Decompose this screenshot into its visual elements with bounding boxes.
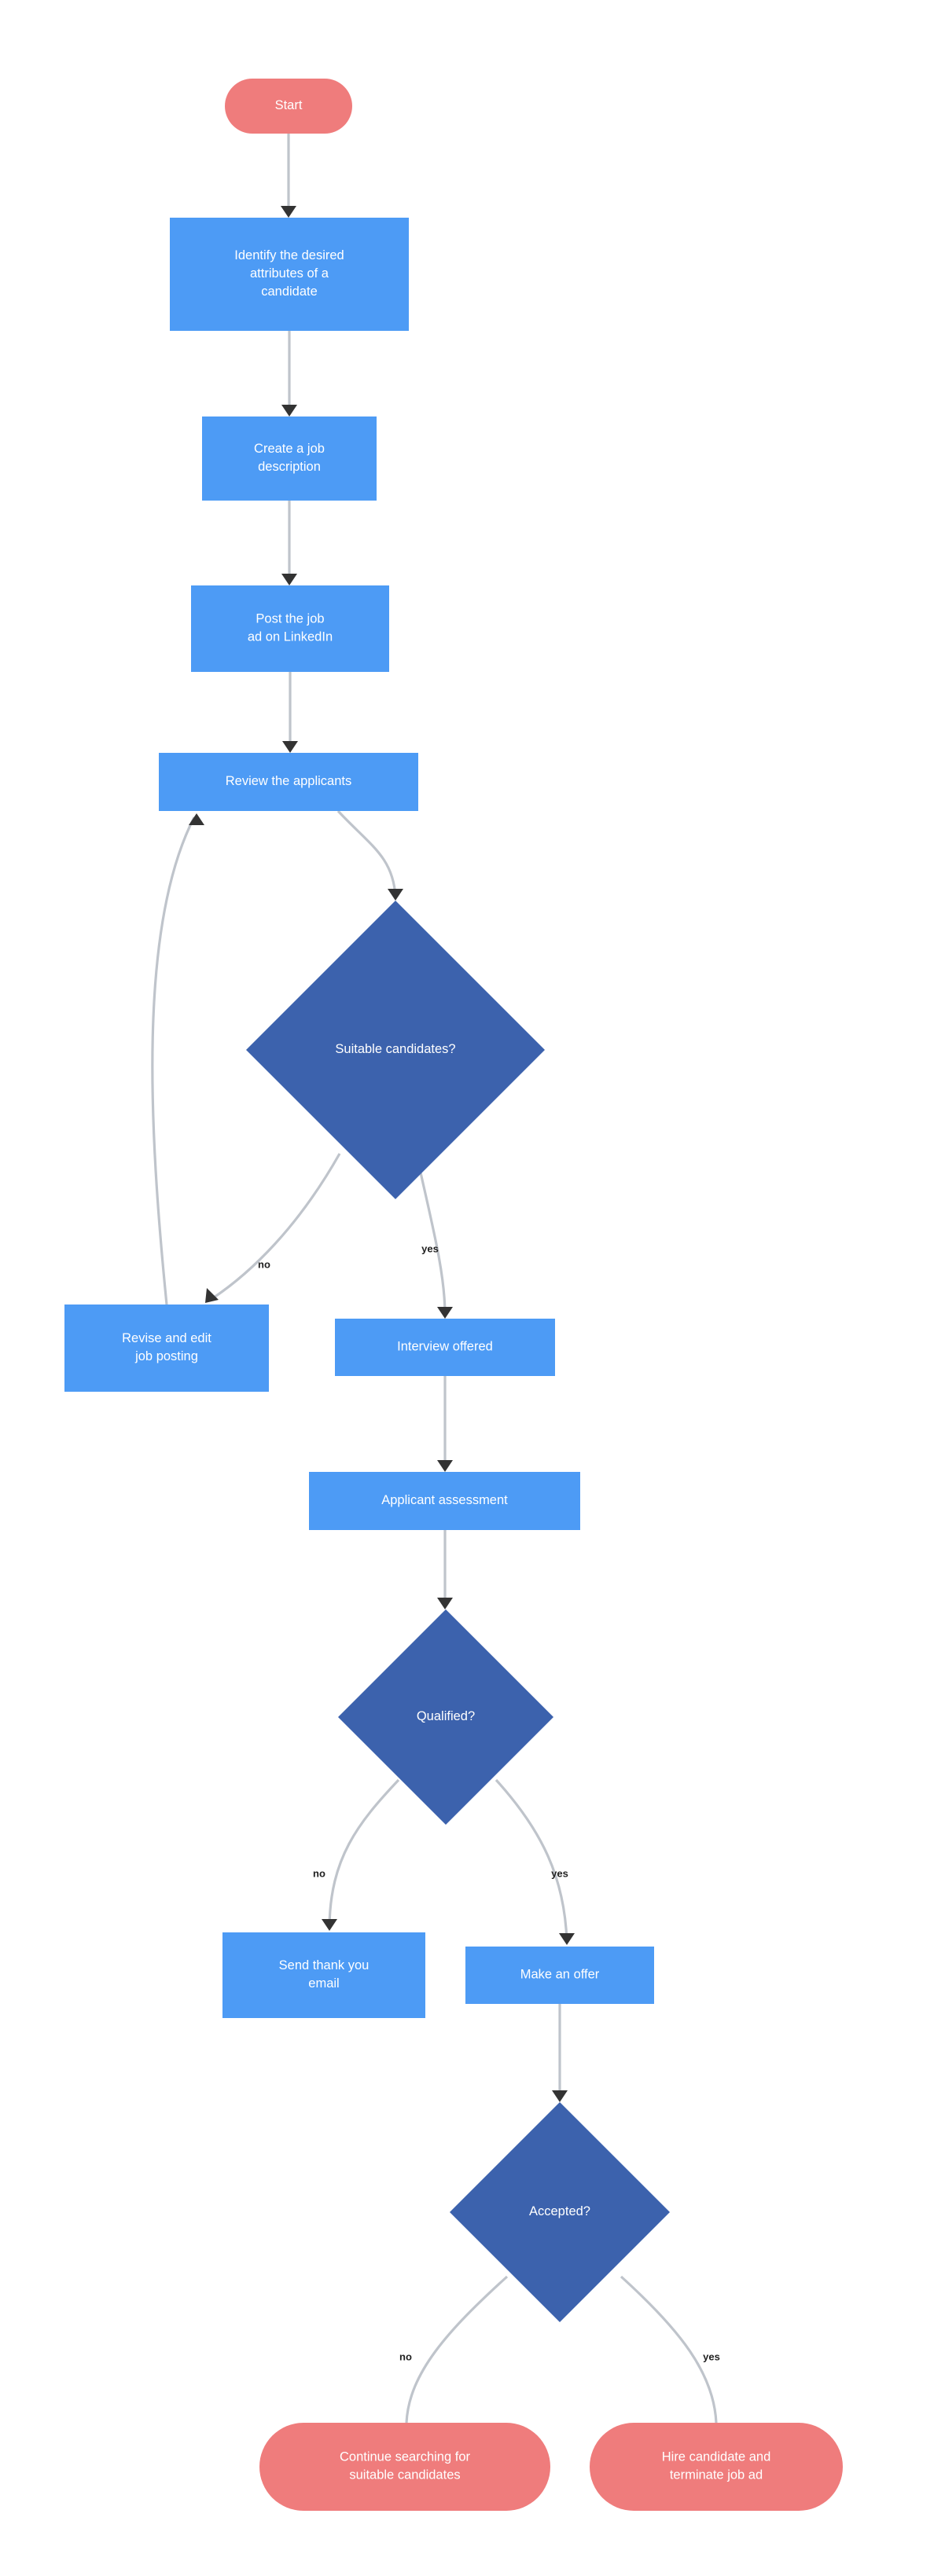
node-qualified[interactable]: Qualified? [338, 1609, 553, 1825]
edge-qualified-to-thankyou [322, 1778, 400, 1931]
process-rect[interactable] [64, 1305, 269, 1392]
nodes-layer: Start Identify the desired attributes of a… [64, 79, 843, 2511]
node-label-line: Make an offer [520, 1968, 600, 1982]
process-rect[interactable] [222, 1932, 425, 2018]
node-accepted[interactable]: Accepted? [450, 2102, 670, 2322]
node-label-line: Interview offered [397, 1340, 493, 1354]
node-label-line: suitable candidates [349, 2468, 460, 2482]
edge-label-no: no [258, 1258, 270, 1270]
edge-line [620, 2275, 718, 2424]
process-rect[interactable] [202, 416, 377, 501]
node-create_desc[interactable]: Create a job description [202, 416, 377, 501]
node-label-line: Suitable candidates? [335, 1042, 455, 1056]
edge-accepted-to-hire [620, 2275, 718, 2424]
node-label-line: ad on LinkedIn [248, 630, 333, 644]
node-label-line: email [308, 1976, 339, 1991]
edge-suitable-to-revise [205, 1153, 341, 1303]
arrowhead-icon [559, 1933, 575, 1945]
node-label-accepted: Accepted? [529, 2204, 590, 2218]
node-review[interactable]: Review the applicants [159, 753, 418, 811]
edge-line [151, 816, 196, 1305]
flowchart-svg: Start Identify the desired attributes of a… [64, 79, 843, 2511]
arrowhead-icon [552, 2090, 568, 2102]
node-label-line: Hire candidate and [662, 2450, 771, 2464]
node-label-line: Accepted? [529, 2204, 590, 2218]
node-label-line: Create a job [254, 442, 325, 456]
node-continue_search[interactable]: Continue searching for suitable candidate… [259, 2423, 550, 2511]
node-assessment[interactable]: Applicant assessment [309, 1472, 580, 1530]
node-label-line: attributes of a [250, 266, 329, 281]
edge-offer-to-accepted [552, 2004, 568, 2102]
node-label-line: Qualified? [417, 1709, 475, 1723]
node-interview[interactable]: Interview offered [335, 1319, 555, 1376]
node-label-line: Review the applicants [226, 774, 352, 788]
edge-line [405, 2275, 509, 2424]
arrowhead-icon [281, 405, 297, 416]
edge-label-yes: yes [551, 1867, 568, 1879]
arrowhead-icon [388, 889, 403, 901]
edge-start-to-identify [281, 134, 296, 218]
arrowhead-icon [322, 1919, 337, 1931]
node-label-qualified: Qualified? [417, 1709, 475, 1723]
node-label-start: Start [275, 98, 303, 112]
node-offer[interactable]: Make an offer [465, 1947, 654, 2004]
edge-create_desc-to-post_ad [281, 501, 297, 585]
process-rect[interactable] [191, 585, 389, 672]
node-label-interview: Interview offered [397, 1340, 493, 1354]
node-post_ad[interactable]: Post the job ad on LinkedIn [191, 585, 389, 672]
edge-label-yes: yes [421, 1242, 439, 1254]
arrowhead-icon [282, 741, 298, 753]
arrowhead-icon [281, 206, 296, 218]
arrowhead-icon [281, 574, 297, 585]
edge-identify-to-create_desc [281, 331, 297, 416]
edge-qualified-to-offer [495, 1778, 575, 1945]
edge-post_ad-to-review [282, 672, 298, 753]
edge-line [495, 1778, 568, 1942]
node-label-offer: Make an offer [520, 1968, 600, 1982]
edge-line [415, 1154, 447, 1316]
node-start[interactable]: Start [225, 79, 352, 134]
flowchart-canvas: Start Identify the desired attributes of a… [0, 0, 945, 2576]
arrowhead-icon [437, 1307, 453, 1319]
node-label-line: candidate [261, 284, 318, 299]
node-label-line: Identify the desired [234, 248, 344, 262]
terminal-stadium[interactable] [590, 2423, 843, 2511]
node-label-line: Post the job [256, 612, 324, 626]
node-label-line: Send thank you [279, 1958, 370, 1972]
node-label-line: Continue searching for [340, 2450, 471, 2464]
edge-assessment-to-qualified [437, 1530, 453, 1609]
edge-review-to-suitable [336, 809, 403, 901]
edge-line [336, 809, 397, 897]
node-label-suitable: Suitable candidates? [335, 1042, 455, 1056]
node-label-line: Applicant assessment [381, 1493, 508, 1507]
arrowhead-icon [189, 813, 204, 825]
arrowhead-icon [437, 1598, 453, 1609]
node-label-line: Revise and edit [122, 1331, 211, 1345]
node-label-line: Start [275, 98, 303, 112]
arrowhead-icon [437, 1460, 453, 1472]
node-label-review: Review the applicants [226, 774, 352, 788]
terminal-stadium[interactable] [259, 2423, 550, 2511]
edge-revise-to-review [151, 813, 204, 1305]
edge-suitable-to-interview [415, 1154, 453, 1319]
edge-label-yes: yes [703, 2350, 720, 2362]
node-suitable[interactable]: Suitable candidates? [246, 901, 545, 1199]
node-hire[interactable]: Hire candidate and terminate job ad [590, 2423, 843, 2511]
edge-line [328, 1778, 400, 1928]
edge-label-no: no [313, 1867, 325, 1879]
node-label-assessment: Applicant assessment [381, 1493, 508, 1507]
edge-line [208, 1153, 341, 1302]
edge-label-no: no [399, 2350, 412, 2362]
node-revise[interactable]: Revise and edit job posting [64, 1305, 269, 1392]
edge-interview-to-assessment [437, 1376, 453, 1472]
node-label-line: description [258, 460, 321, 474]
node-identify[interactable]: Identify the desired attributes of a candi… [170, 218, 409, 331]
node-thankyou[interactable]: Send thank you email [222, 1932, 425, 2018]
node-label-line: terminate job ad [670, 2468, 763, 2482]
node-label-line: job posting [134, 1349, 198, 1363]
edge-accepted-to-continue_search [405, 2275, 509, 2424]
